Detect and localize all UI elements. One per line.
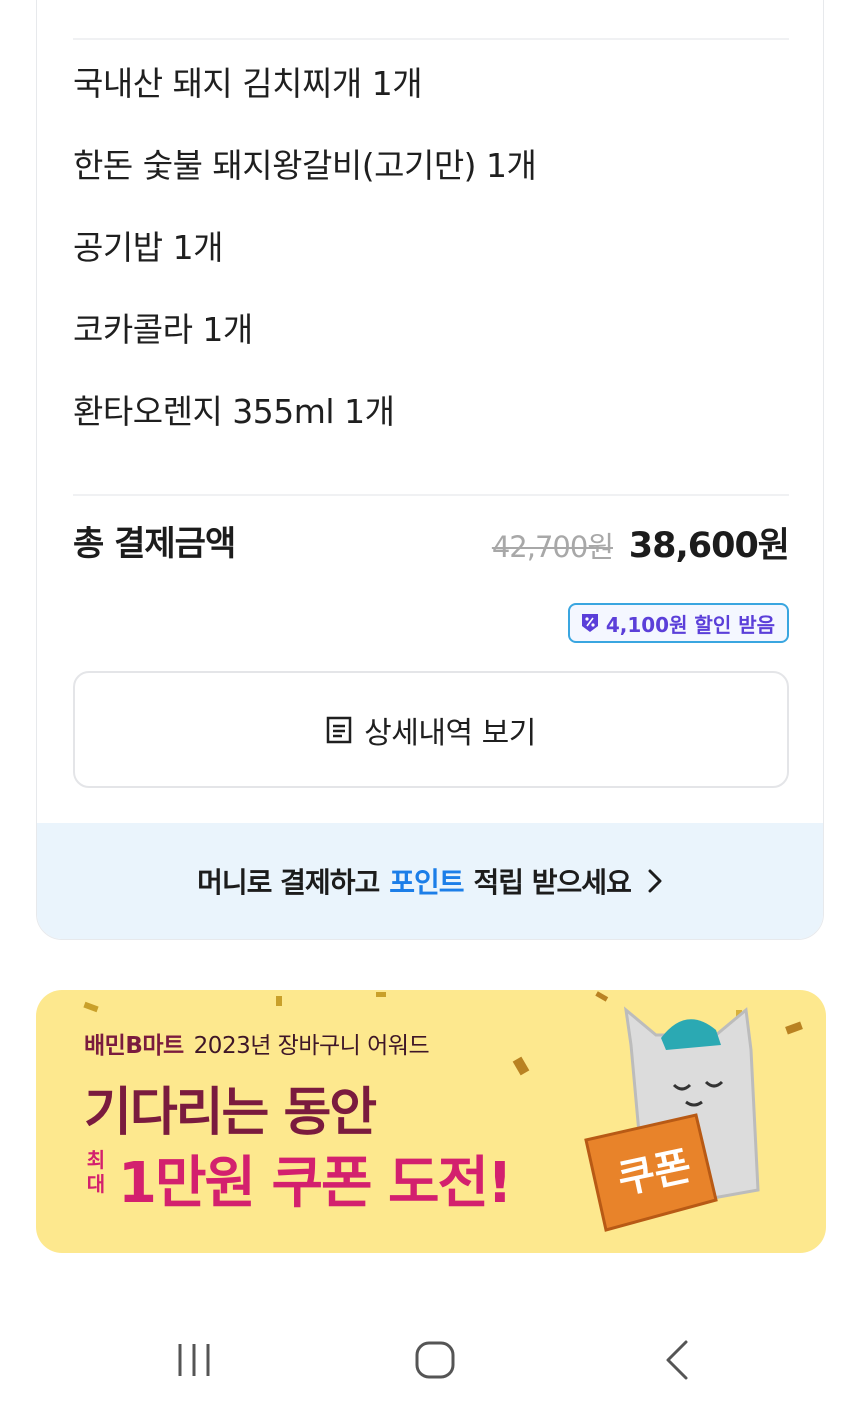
mascot-illustration: 쿠폰 [536, 990, 826, 1253]
recents-icon[interactable] [172, 1338, 216, 1382]
banner-max-label: 최대 [86, 1148, 106, 1196]
promo-highlight: 포인트 [389, 866, 464, 899]
chevron-right-icon [648, 869, 662, 893]
discount-badge: 4,100원 할인 받음 [567, 603, 789, 643]
promo-prefix: 머니로 결제하고 [197, 866, 380, 899]
view-details-label: 상세내역 보기 [364, 715, 536, 751]
top-divider [73, 38, 789, 40]
discount-badge-icon [581, 614, 598, 632]
banner-coupon-text: 1만원 쿠폰 도전! [118, 1151, 513, 1216]
system-navigation-bar [0, 1300, 850, 1416]
receipt-icon [326, 716, 352, 743]
order-item: 환타오렌지 355ml 1개 [73, 392, 395, 431]
bmart-logo: 배민B마트 [84, 1033, 184, 1059]
final-price: 38,600원 [628, 526, 790, 566]
order-item: 코카콜라 1개 [73, 310, 253, 349]
total-divider [73, 494, 789, 496]
back-icon[interactable] [656, 1338, 700, 1382]
order-item: 국내산 돼지 김치찌개 1개 [73, 64, 423, 103]
banner-headline: 기다리는 동안 [84, 1083, 377, 1143]
total-label: 총 결제금액 [73, 524, 236, 564]
original-price: 42,700원 [491, 530, 614, 564]
discount-badge-text: 4,100원 할인 받음 [605, 612, 775, 637]
order-item: 공기밥 1개 [73, 228, 223, 267]
order-item-list: 국내산 돼지 김치찌개 1개 한돈 숯불 돼지왕갈비(고기만) 1개 공기밥 1… [73, 63, 537, 473]
view-details-button[interactable]: 상세내역 보기 [73, 671, 789, 788]
promo-suffix: 적립 받으세요 [473, 866, 632, 899]
order-summary-card: 국내산 돼지 김치찌개 1개 한돈 숯불 돼지왕갈비(고기만) 1개 공기밥 1… [36, 0, 824, 940]
money-promo-banner[interactable]: 머니로 결제하고 포인트 적립 받으세요 [37, 823, 823, 939]
bmart-award-banner[interactable]: 배민B마트 2023년 장바구니 어워드 기다리는 동안 최대 1만원 쿠폰 도전… [36, 990, 826, 1253]
order-item: 한돈 숯불 돼지왕갈비(고기만) 1개 [73, 146, 537, 185]
banner-subtitle: 배민B마트 2023년 장바구니 어워드 [84, 1033, 430, 1059]
home-icon[interactable] [413, 1338, 457, 1382]
